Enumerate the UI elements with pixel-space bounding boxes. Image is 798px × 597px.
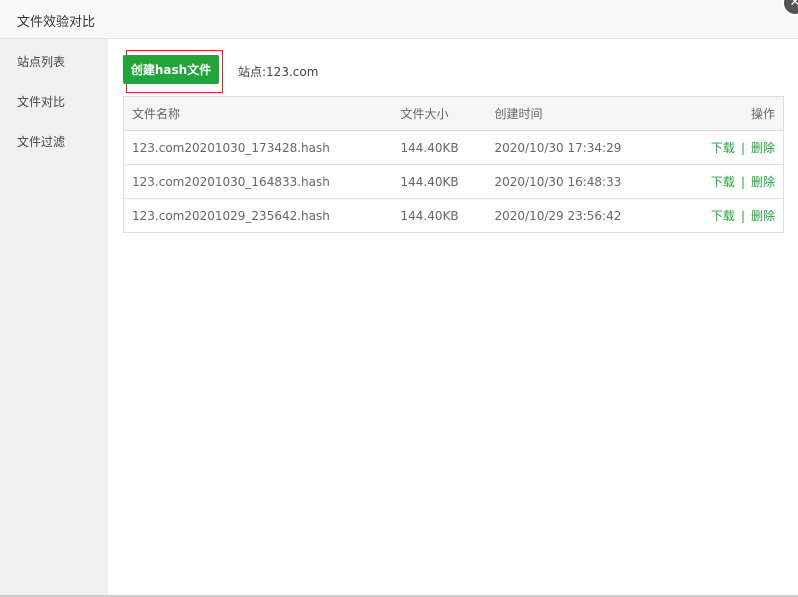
file-size-cell: 144.40KB (392, 198, 487, 233)
file-name-cell: 123.com20201030_164833.hash (123, 164, 393, 199)
hash-files-table: 文件名称 文件大小 创建时间 操作 123.com20201030_173428… (123, 96, 784, 233)
action-separator: | (740, 141, 745, 155)
header-file-size: 文件大小 (392, 96, 487, 131)
delete-link[interactable]: 删除 (751, 175, 775, 189)
main-content: 创建hash文件 站点:123.com 文件名称 文件大小 创建时间 操作 12… (108, 39, 798, 597)
delete-link[interactable]: 删除 (751, 141, 775, 155)
sidebar-item-file-compare[interactable]: 文件对比 (17, 93, 65, 110)
download-link[interactable]: 下载 (711, 141, 735, 155)
table-row: 123.com20201030_173428.hash 144.40KB 202… (123, 130, 784, 165)
file-name-cell: 123.com20201030_173428.hash (123, 130, 393, 165)
table-row: 123.com20201029_235642.hash 144.40KB 202… (123, 198, 784, 233)
dialog-title-bar: 文件效验对比 (0, 0, 798, 39)
dialog-title: 文件效验对比 (17, 15, 96, 30)
sidebar-item-site-list[interactable]: 站点列表 (17, 53, 65, 70)
created-time-cell: 2020/10/29 23:56:42 (486, 198, 652, 233)
action-separator: | (740, 209, 745, 223)
site-indicator: 站点:123.com (238, 63, 318, 80)
actions-cell: 下载 | 删除 (651, 198, 784, 233)
table-row: 123.com20201030_164833.hash 144.40KB 202… (123, 164, 784, 199)
actions-cell: 下载 | 删除 (651, 164, 784, 199)
download-link[interactable]: 下载 (711, 175, 735, 189)
file-size-cell: 144.40KB (392, 164, 487, 199)
delete-link[interactable]: 删除 (751, 209, 775, 223)
sidebar-item-file-filter[interactable]: 文件过滤 (17, 133, 65, 150)
created-time-cell: 2020/10/30 16:48:33 (486, 164, 652, 199)
table-header-row: 文件名称 文件大小 创建时间 操作 (123, 96, 784, 131)
actions-cell: 下载 | 删除 (651, 130, 784, 165)
site-value: 123.com (266, 65, 319, 79)
sidebar: 站点列表 文件对比 文件过滤 (0, 39, 108, 597)
header-created-time: 创建时间 (486, 96, 652, 131)
header-file-name: 文件名称 (123, 96, 393, 131)
download-link[interactable]: 下载 (711, 209, 735, 223)
create-hash-button[interactable]: 创建hash文件 (123, 55, 219, 84)
action-separator: | (740, 175, 745, 189)
file-size-cell: 144.40KB (392, 130, 487, 165)
header-actions: 操作 (651, 96, 784, 131)
file-name-cell: 123.com20201029_235642.hash (123, 198, 393, 233)
file-checksum-dialog: 文件效验对比 ✕ 站点列表 文件对比 文件过滤 创建hash文件 站点:123.… (0, 0, 798, 597)
site-label: 站点: (238, 65, 267, 79)
created-time-cell: 2020/10/30 17:34:29 (486, 130, 652, 165)
